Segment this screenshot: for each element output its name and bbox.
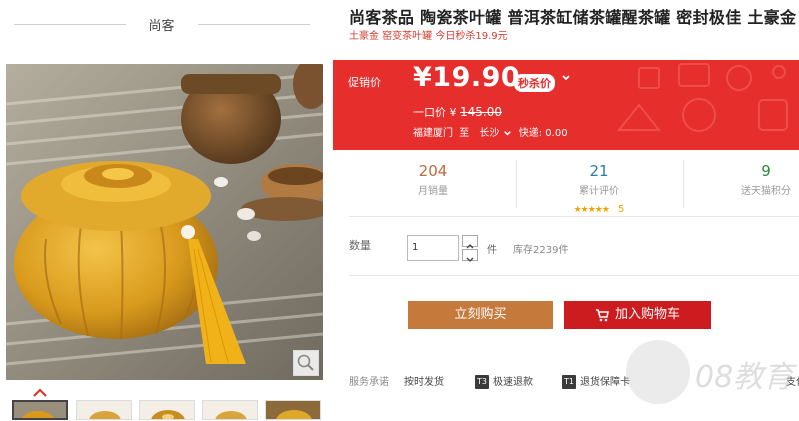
price-dropdown-button[interactable]: [561, 72, 571, 86]
watermark: 08教育: [620, 327, 799, 417]
thumbnail[interactable]: [76, 400, 132, 420]
brand-name: 尚客: [148, 19, 175, 34]
tmall-points-value: 9: [761, 162, 771, 180]
thumbnail[interactable]: [139, 400, 195, 420]
add-to-cart-button[interactable]: 加入购物车: [564, 301, 711, 329]
chevron-down-icon: [466, 257, 474, 262]
shipping-info: 福建厦门 至 长沙 快递: 0.00: [413, 124, 568, 139]
flash-sale-badge: 秒杀价: [514, 74, 555, 92]
total-reviews[interactable]: 21 累计评价 ★★★★★ 5: [539, 162, 659, 216]
service-on-time-shipping[interactable]: 按时发货: [404, 373, 444, 388]
ship-from: 福建厦门: [413, 128, 453, 139]
product-title: 尚客茶品 陶瓷茶叶罐 普洱茶缸储茶罐醒茶罐 密封极佳 土豪金: [349, 8, 797, 27]
ship-city: 长沙: [479, 128, 500, 139]
price-panel: 促销价 ¥19.90 秒杀价 一口价 ¥ 145.00 福建厦门 至 长沙 快递…: [333, 60, 799, 150]
buy-now-button[interactable]: 立刻购买: [408, 301, 553, 329]
chevron-up-icon: [33, 388, 47, 397]
add-to-cart-label: 加入购物车: [614, 307, 680, 322]
stock-info: 库存2239件: [513, 245, 569, 256]
watermark-logo: 08教育: [626, 340, 797, 404]
sales-stats: 204 月销量 21 累计评价 ★★★★★ 5 9 送天猫积分: [333, 150, 799, 215]
divider: [683, 160, 684, 208]
service-return-card[interactable]: T1 退货保障卡: [562, 373, 630, 389]
service-return-card-label: 退货保障卡: [580, 377, 630, 388]
quantity-decrease-button[interactable]: [462, 249, 478, 262]
rating-value: 5: [618, 204, 625, 215]
total-reviews-label: 累计评价: [579, 186, 619, 197]
monthly-sales: 204 月销量: [373, 162, 493, 197]
rating-stars: ★★★★★: [573, 205, 610, 215]
monthly-sales-value: 204: [418, 162, 448, 180]
t1-icon: T1: [562, 375, 576, 389]
divider: [349, 216, 799, 217]
ship-city-select[interactable]: 长沙: [479, 128, 514, 139]
total-reviews-value: 21: [589, 162, 609, 180]
brand-header: 尚客: [0, 0, 323, 48]
original-price-value: 145.00: [460, 105, 502, 119]
product-subtitle: 土豪金 窑变茶叶罐 今日秒杀19.9元: [349, 31, 508, 42]
tmall-points-label: 送天猫积分: [741, 186, 791, 197]
quantity-input[interactable]: 1: [407, 235, 459, 261]
promo-price-label: 促销价: [348, 76, 381, 89]
thumbnail[interactable]: [265, 400, 321, 420]
original-price-label: 一口价 ¥: [413, 106, 457, 119]
chevron-down-icon: [562, 75, 570, 81]
quantity-increase-button[interactable]: [462, 235, 478, 249]
thumbnail-scroll-up-button[interactable]: [30, 384, 50, 397]
quantity-unit: 件: [487, 245, 497, 256]
thumbnail[interactable]: [12, 400, 68, 420]
service-promise-label: 服务承诺: [349, 377, 389, 388]
quantity-label: 数量: [349, 239, 371, 252]
tea-canister-photo: [6, 64, 323, 380]
shipping-cost: 快递: 0.00: [518, 128, 568, 139]
thumbnail[interactable]: [202, 400, 258, 420]
divider: [349, 275, 799, 276]
product-main-image[interactable]: [6, 64, 323, 380]
cart-icon: [595, 308, 609, 321]
promo-price: ¥19.90: [413, 62, 521, 93]
thumbnail-strip: [0, 400, 323, 420]
divider: [516, 160, 517, 208]
rating: ★★★★★ 5: [539, 197, 659, 216]
magnifier-icon: [297, 354, 314, 371]
t3-icon: T3: [475, 375, 489, 389]
chevron-down-icon: [503, 130, 511, 136]
service-fast-refund[interactable]: T3 极速退款: [475, 373, 533, 389]
tmall-points: 9 送天猫积分: [706, 162, 799, 197]
decorative-pattern: [616, 63, 788, 132]
watermark-text: 08教育: [695, 360, 797, 395]
zoom-button[interactable]: [293, 350, 319, 376]
service-payment[interactable]: 支付: [786, 373, 799, 388]
monthly-sales-label: 月销量: [418, 186, 448, 197]
service-fast-refund-label: 极速退款: [493, 377, 533, 388]
original-price: 一口价 ¥ 145.00: [413, 104, 502, 120]
ship-to-word: 至: [459, 128, 470, 139]
